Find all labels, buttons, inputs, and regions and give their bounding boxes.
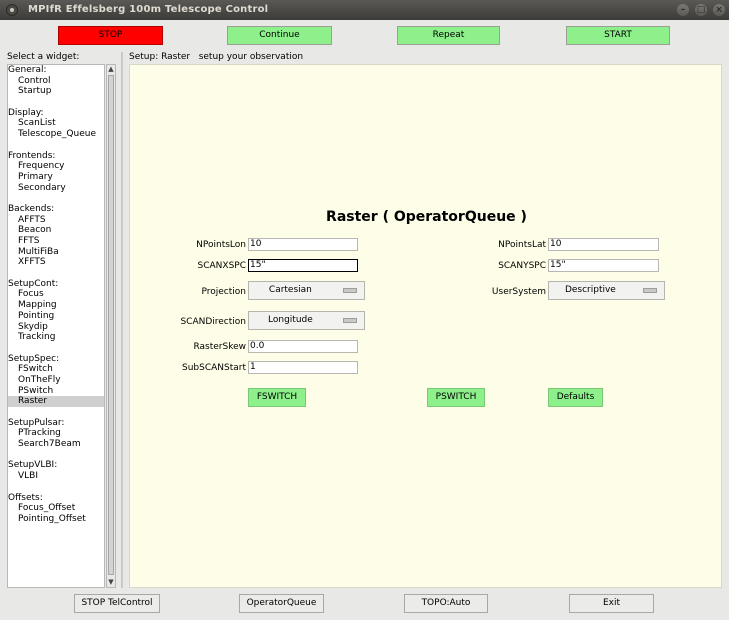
scanyspc-label: SCANYSPC [498,261,546,271]
sidebar-item-skydip[interactable]: Skydip [8,322,104,333]
sidebar-group-title: Display: [8,107,44,118]
sidebar-item-mapping[interactable]: Mapping [8,300,104,311]
usersystem-dropdown[interactable]: Descriptive [548,281,665,300]
rasterskew-field[interactable]: 0.0 [248,340,358,353]
sidebar-group-title: Frontends: [8,150,56,161]
sidebar-item-primary[interactable]: Primary [8,172,104,183]
sidebar-item-beacon[interactable]: Beacon [8,225,104,236]
operator-queue-button[interactable]: OperatorQueue [239,594,324,613]
sidebar-item-xffts[interactable]: XFFTS [8,257,104,268]
pane-divider[interactable] [121,52,123,588]
scroll-down-arrow-icon[interactable]: ▼ [107,578,115,587]
widget-list[interactable]: General: Control Startup Display: ScanList Te… [7,64,105,588]
sidebar-item-scanlist[interactable]: ScanList [8,118,104,129]
dropdown-indicator-icon [643,288,657,293]
sidebar-group-title: Backends: [8,203,55,214]
sidebar-label: Select a widget: [7,52,80,62]
sidebar-item-telescope-queue[interactable]: Telescope_Queue [8,129,104,140]
npointslon-field[interactable]: 10 [248,238,358,251]
sidebar-item-focus-offset[interactable]: Focus_Offset [8,503,104,514]
sidebar-item-pointing[interactable]: Pointing [8,311,104,322]
window-title: MPIfR Effelsberg 100m Telescope Control [28,4,269,15]
projection-value: Cartesian [268,285,312,295]
sidebar-item-tracking[interactable]: Tracking [8,332,104,343]
maximize-button[interactable]: □ [695,4,707,16]
setup-header: Setup: Raster setup your observation [129,52,304,62]
sidebar-item-control[interactable]: Control [8,76,104,87]
scandirection-value: Longitude [268,315,313,325]
scanxspc-label: SCANXSPC [197,261,246,271]
scanyspc-field[interactable]: 15" [548,259,659,272]
sidebar-group-title: SetupVLBI: [8,460,58,471]
fswitch-button[interactable]: FSWITCH [248,388,306,407]
sidebar-item-pswitch[interactable]: PSwitch [8,386,104,397]
sidebar-item-ptracking[interactable]: PTracking [8,428,104,439]
app-icon [6,4,18,16]
npointslat-label: NPointsLat [498,240,546,250]
sidebar-item-fswitch[interactable]: FSwitch [8,364,104,375]
scroll-thumb[interactable] [108,75,114,575]
repeat-button[interactable]: Repeat [397,26,500,45]
dropdown-indicator-icon [343,288,357,293]
window-titlebar: MPIfR Effelsberg 100m Telescope Control … [0,0,729,20]
usersystem-label: UserSystem [491,287,546,297]
stop-button[interactable]: STOP [58,26,163,45]
sidebar-item-onthefly[interactable]: OnTheFly [8,375,104,386]
setup-panel: Raster ( OperatorQueue ) NPointsLon 10 N… [129,64,722,588]
projection-dropdown[interactable]: Cartesian [248,281,365,300]
sidebar-item-focus[interactable]: Focus [8,289,104,300]
sidebar-group-title: General: [8,65,47,75]
rasterskew-label: RasterSkew [193,342,246,352]
sidebar-item-multifiba[interactable]: MultiFiBa [8,247,104,258]
exit-button[interactable]: Exit [569,594,654,613]
sidebar-item-pointing-offset[interactable]: Pointing_Offset [8,514,104,525]
subscanstart-field[interactable]: 1 [248,361,358,374]
scanxspc-field[interactable]: 15" [248,259,358,272]
sidebar-item-ffts[interactable]: FFTS [8,236,104,247]
scandirection-dropdown[interactable]: Longitude [248,311,365,330]
form-title: Raster ( OperatorQueue ) [326,209,527,225]
defaults-button[interactable]: Defaults [548,388,603,407]
sidebar-item-raster[interactable]: Raster [8,396,104,407]
continue-button[interactable]: Continue [227,26,332,45]
sidebar-group-title: SetupPulsar: [8,417,65,428]
scandirection-label: SCANDirection [180,317,246,327]
sidebar-group-title: SetupCont: [8,278,59,289]
stop-telcontrol-button[interactable]: STOP TelControl [74,594,160,613]
sidebar-group-title: SetupSpec: [8,353,60,364]
usersystem-value: Descriptive [564,285,616,295]
sidebar-item-search7beam[interactable]: Search7Beam [8,439,104,450]
dropdown-indicator-icon [343,318,357,323]
scroll-up-arrow-icon[interactable]: ▲ [107,65,115,74]
widget-list-scrollbar[interactable]: ▲ ▼ [106,64,116,588]
topo-button[interactable]: TOPO:Auto [404,594,488,613]
close-button[interactable]: × [713,4,725,16]
sidebar-item-secondary[interactable]: Secondary [8,183,104,194]
sidebar-item-affts[interactable]: AFFTS [8,215,104,226]
npointslat-field[interactable]: 10 [548,238,659,251]
start-button[interactable]: START [566,26,670,45]
npointslon-label: NPointsLon [196,240,246,250]
sidebar-group-title: Offsets: [8,492,43,503]
subscanstart-label: SubSCANStart [181,363,246,373]
sidebar-item-vlbi[interactable]: VLBI [8,471,104,482]
sidebar-item-frequency[interactable]: Frequency [8,161,104,172]
projection-label: Projection [201,287,246,297]
minimize-button[interactable]: – [677,4,689,16]
sidebar-item-startup[interactable]: Startup [8,86,104,97]
pswitch-button[interactable]: PSWITCH [427,388,485,407]
